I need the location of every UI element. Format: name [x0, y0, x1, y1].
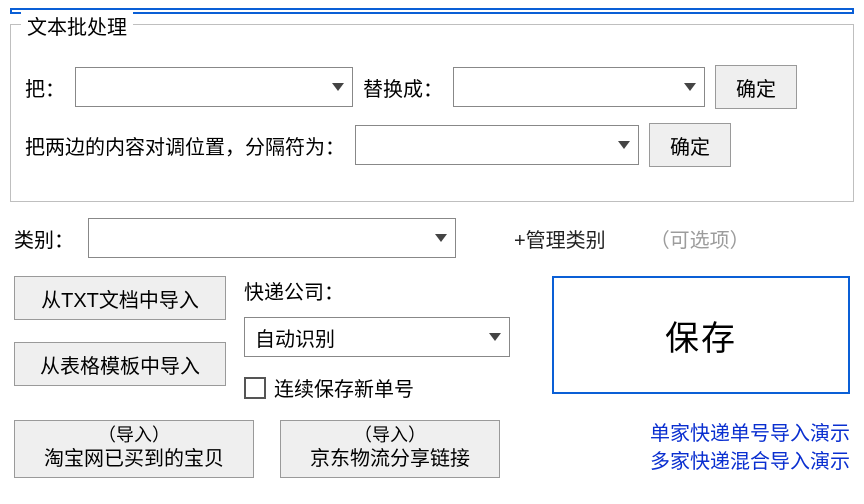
replace-to-label: 替换成：	[363, 73, 443, 102]
text-batch-group: 文本批处理 把： 替换成： 确定 把两边的内容对调位置，分隔符为： 确定	[10, 24, 854, 202]
import-template-button[interactable]: 从表格模板中导入	[14, 342, 226, 386]
chevron-down-icon	[489, 333, 501, 341]
import-jd-bot: 京东物流分享链接	[293, 447, 487, 471]
category-combo[interactable]	[88, 218, 456, 258]
replace-from-label: 把：	[25, 73, 65, 102]
optional-label: （可选项）	[650, 224, 750, 253]
replace-to-combo[interactable]	[453, 67, 705, 107]
swap-label: 把两边的内容对调位置，分隔符为：	[25, 131, 345, 160]
chevron-down-icon	[435, 234, 447, 242]
chevron-down-icon	[332, 83, 344, 91]
chevron-down-icon	[684, 83, 696, 91]
demo-single-link[interactable]: 单家快递单号导入演示	[650, 420, 850, 448]
express-company-label: 快递公司：	[244, 276, 514, 305]
express-company-value: 自动识别	[255, 323, 481, 352]
top-highlight-bar	[10, 8, 854, 14]
import-taobao-button[interactable]: （导入） 淘宝网已买到的宝贝	[14, 420, 254, 478]
import-txt-button[interactable]: 从TXT文档中导入	[14, 276, 226, 320]
continuous-save-checkbox[interactable]	[244, 377, 266, 399]
import-taobao-top: （导入）	[27, 425, 241, 447]
continuous-save-label: 连续保存新单号	[274, 373, 414, 402]
save-button[interactable]: 保存	[552, 276, 850, 394]
manage-category-link[interactable]: +管理类别	[514, 224, 606, 253]
group-legend: 文本批处理	[21, 11, 133, 40]
replace-from-combo[interactable]	[75, 67, 353, 107]
demo-mixed-link[interactable]: 多家快递混合导入演示	[650, 448, 850, 476]
swap-sep-combo[interactable]	[355, 125, 639, 165]
import-jd-button[interactable]: （导入） 京东物流分享链接	[280, 420, 500, 478]
confirm-replace-button[interactable]: 确定	[715, 65, 797, 109]
import-jd-top: （导入）	[293, 425, 487, 447]
express-company-combo[interactable]: 自动识别	[244, 317, 510, 357]
chevron-down-icon	[618, 141, 630, 149]
category-label: 类别：	[14, 224, 74, 253]
import-taobao-bot: 淘宝网已买到的宝贝	[27, 447, 241, 471]
confirm-swap-button[interactable]: 确定	[649, 123, 731, 167]
